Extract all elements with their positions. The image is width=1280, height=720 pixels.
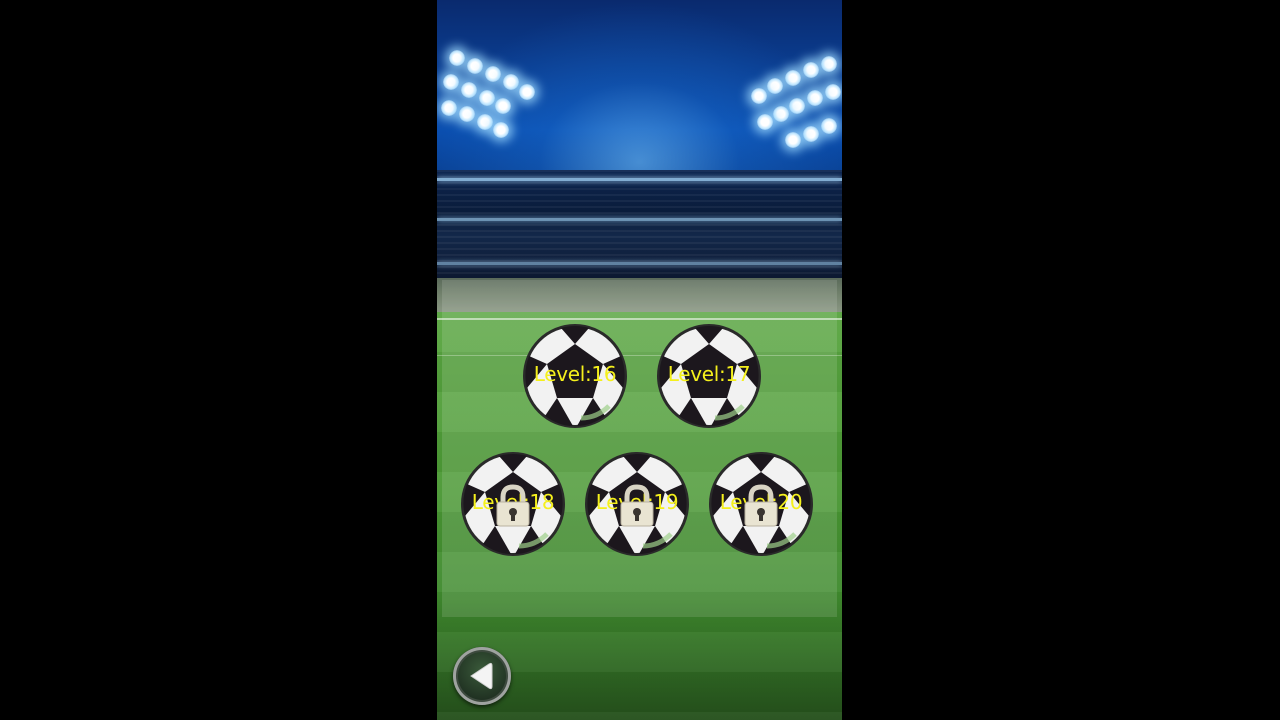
level-19-button[interactable]: Level:19 (583, 450, 691, 558)
level-18-button[interactable]: Level:18 (459, 450, 567, 558)
stand-light-strip (437, 262, 842, 265)
back-arrow-icon (470, 662, 493, 690)
padlock-icon (744, 484, 778, 527)
game-screen: Level:16 Level:17 Level:18 (437, 0, 842, 720)
back-button[interactable] (453, 647, 511, 705)
level-16-button[interactable]: Level:16 (521, 322, 629, 430)
level-select-panel (442, 280, 837, 617)
stand-light-strip (437, 178, 842, 181)
level-20-button[interactable]: Level:20 (707, 450, 815, 558)
padlock-icon (620, 484, 654, 527)
padlock-icon (496, 484, 530, 527)
level-label: Level:16 (533, 362, 617, 386)
level-17-button[interactable]: Level:17 (655, 322, 763, 430)
stand-light-strip (437, 218, 842, 221)
left-floodlight (437, 40, 557, 150)
right-floodlight (737, 40, 842, 150)
level-label: Level:17 (667, 362, 751, 386)
